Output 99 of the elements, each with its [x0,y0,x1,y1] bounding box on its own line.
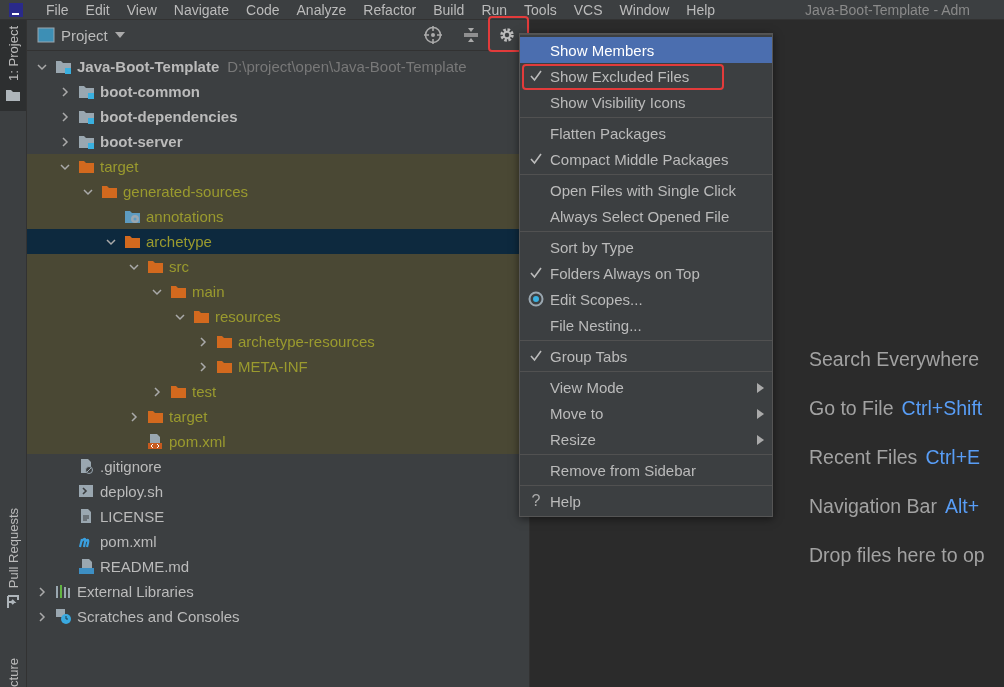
menu-item[interactable]: VCS [573,0,603,19]
tree-label: archetype-resources [238,333,375,350]
tree-label: LICENSE [100,508,165,525]
xml-file-icon [147,433,164,450]
tree-label: pom.xml [169,433,226,450]
menu-item[interactable]: Window [619,0,670,19]
menu-item[interactable]: Group Tabs [520,343,772,369]
tree-label: META-INF [238,358,308,375]
panel-title[interactable]: Project [61,26,108,44]
menu-item[interactable]: Help ? [520,488,772,514]
folder-icon [170,283,187,300]
menu-item[interactable]: Remove from Sidebar [520,457,772,483]
tree-label: resources [215,308,281,325]
settings-icon [498,26,516,44]
project-view-icon [37,26,55,44]
chevron-right-icon[interactable] [151,385,163,398]
menu-item[interactable]: Refactor [363,0,417,19]
tree-label: Scratches and Consoles [77,608,240,625]
tree-row[interactable]: Scratches and Consoles [27,604,529,629]
folder-icon [216,333,233,350]
hint-label: Search Everywhere [809,347,980,372]
shortcut-text: Ctrl+E [925,445,981,470]
menu-item[interactable]: View [126,0,157,19]
tree-label: generated-sources [123,183,249,200]
menu-item[interactable]: Code [246,0,280,19]
submenu-arrow-icon [756,435,764,445]
folder-icon [78,158,95,175]
tree-row[interactable]: External Libraries [27,579,529,604]
menu-item[interactable]: Tools [524,0,557,19]
path-hint: D:\project\open\Java-Boot-Template [227,58,467,75]
tree-label: boot-common [100,83,200,100]
collapse-all-icon [462,26,480,44]
scope-icon [528,291,544,307]
app-logo-icon [8,1,24,18]
folder-icon [170,383,187,400]
tree-label: pom.xml [100,533,157,550]
folder-icon [216,358,233,375]
menu-item[interactable]: Help [686,0,716,19]
tree-label: README.md [100,558,190,575]
tree-label: Java-Boot-Template [77,58,220,75]
module-folder-icon [78,83,95,100]
menu-item[interactable]: Edit [85,0,110,19]
shortcut-text: Alt+ [944,494,980,519]
folder-icon [147,258,164,275]
chevron-right-icon[interactable] [36,610,48,623]
shell-file-icon [78,483,95,500]
locate-icon [424,26,442,44]
tree-label: src [169,258,189,275]
hint-label: Navigation Bar [809,494,937,519]
libraries-icon [55,583,72,600]
tree-label: boot-dependencies [100,108,238,125]
ignored-file-icon [78,458,95,475]
tree-row[interactable]: README.md [27,554,529,579]
tree-row[interactable]: pom.xml [27,529,529,554]
menu-item[interactable]: Run [481,0,508,19]
tool-window-tab[interactable]: cture [0,652,26,687]
submenu-arrow-icon [756,409,764,419]
hint-label: Drop files here to op [809,543,985,568]
help-icon: ? [531,492,541,510]
folder-icon [193,308,210,325]
menu-item[interactable]: File [46,0,69,19]
hint-label: Recent Files [809,445,918,470]
folder-icon [147,408,164,425]
tree-label: .gitignore [100,458,162,475]
chevron-right-icon[interactable] [36,585,48,598]
tree-label: target [100,158,139,175]
chevron-right-icon[interactable] [197,360,209,373]
scratch-clock-icon [55,608,72,625]
gear-folder-icon [124,208,141,225]
menu-item[interactable]: Analyze [296,0,347,19]
module-folder-icon [55,58,72,75]
folder-icon [101,183,118,200]
tree-label: test [192,383,217,400]
markdown-file-icon [78,558,95,575]
shortcut-text: Ctrl+Shift [901,396,983,421]
tree-label: main [192,283,225,300]
chevron-right-icon[interactable] [197,335,209,348]
tree-label: deploy.sh [100,483,164,500]
window-title: Java-Boot-Template - Adm [805,1,971,18]
tool-window-tab[interactable]: Pull Requests [0,501,26,619]
tree-label: annotations [146,208,224,225]
menu-item[interactable]: Build [433,0,465,19]
pull-request-icon [5,594,21,611]
chevron-right-icon[interactable] [59,135,71,148]
folder-icon [124,233,141,250]
module-folder-icon [78,133,95,150]
chevron-right-icon[interactable] [59,110,71,123]
chevron-right-icon[interactable] [128,410,140,423]
tree-label: target [169,408,208,425]
submenu-arrow-icon [756,383,764,393]
chevron-right-icon[interactable] [59,85,71,98]
tree-label: boot-server [100,133,183,150]
tree-label: External Libraries [77,583,194,600]
hint-label: Go to File [809,396,894,421]
menu-item[interactable]: Show Members [520,37,772,63]
tool-window-tab[interactable]: 1: Project [0,20,26,111]
menu-item[interactable]: Navigate [173,0,230,19]
module-folder-icon [78,108,95,125]
tree-label: archetype [146,233,212,250]
